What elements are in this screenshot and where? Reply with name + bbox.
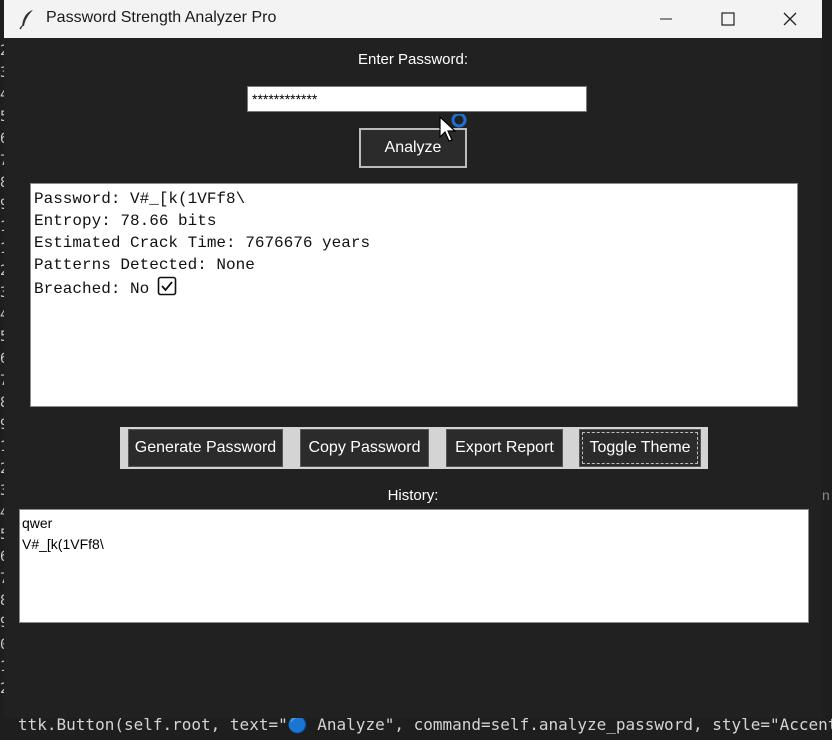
result-password-line: Password: V#_[k(1VFf8\: [34, 190, 246, 208]
editor-fragment: n: [822, 487, 830, 503]
history-label: History:: [387, 487, 439, 504]
result-crack-time-line: Estimated Crack Time: 7676676 years: [34, 234, 371, 252]
result-breached-row: Breached: No: [34, 276, 794, 303]
action-button-bar: Generate Password Copy Password Export R…: [120, 427, 708, 469]
toggle-theme-button[interactable]: Toggle Theme: [579, 429, 701, 467]
check-icon: [157, 276, 177, 303]
minimize-icon: [660, 18, 672, 20]
history-item[interactable]: V#_[k(1VFf8\: [22, 534, 806, 555]
mouse-cursor-icon: [438, 112, 468, 150]
export-report-button[interactable]: Export Report: [446, 429, 563, 467]
close-button[interactable]: [760, 0, 820, 38]
maximize-button[interactable]: [698, 0, 758, 38]
window-title: Password Strength Analyzer Pro: [46, 9, 277, 26]
copy-password-button[interactable]: Copy Password: [300, 429, 429, 467]
enter-password-label: Enter Password:: [357, 51, 469, 68]
app-window: Password Strength Analyzer Pro Enter Pas…: [4, 0, 822, 718]
close-icon: [783, 12, 797, 26]
generate-password-button[interactable]: Generate Password: [128, 429, 283, 467]
minimize-button[interactable]: [636, 0, 696, 38]
feather-icon: [18, 8, 38, 30]
title-bar: Password Strength Analyzer Pro: [4, 0, 822, 38]
result-patterns-line: Patterns Detected: None: [34, 256, 255, 274]
history-listbox[interactable]: qwer V#_[k(1VFf8\: [19, 509, 809, 623]
maximize-icon: [721, 12, 735, 26]
results-textbox[interactable]: Password: V#_[k(1VFf8\ Entropy: 78.66 bi…: [30, 183, 798, 407]
history-item[interactable]: qwer: [22, 513, 806, 534]
result-breached-line: Breached: No: [34, 280, 150, 298]
result-entropy-line: Entropy: 78.66 bits: [34, 212, 217, 230]
password-input[interactable]: [247, 86, 587, 112]
